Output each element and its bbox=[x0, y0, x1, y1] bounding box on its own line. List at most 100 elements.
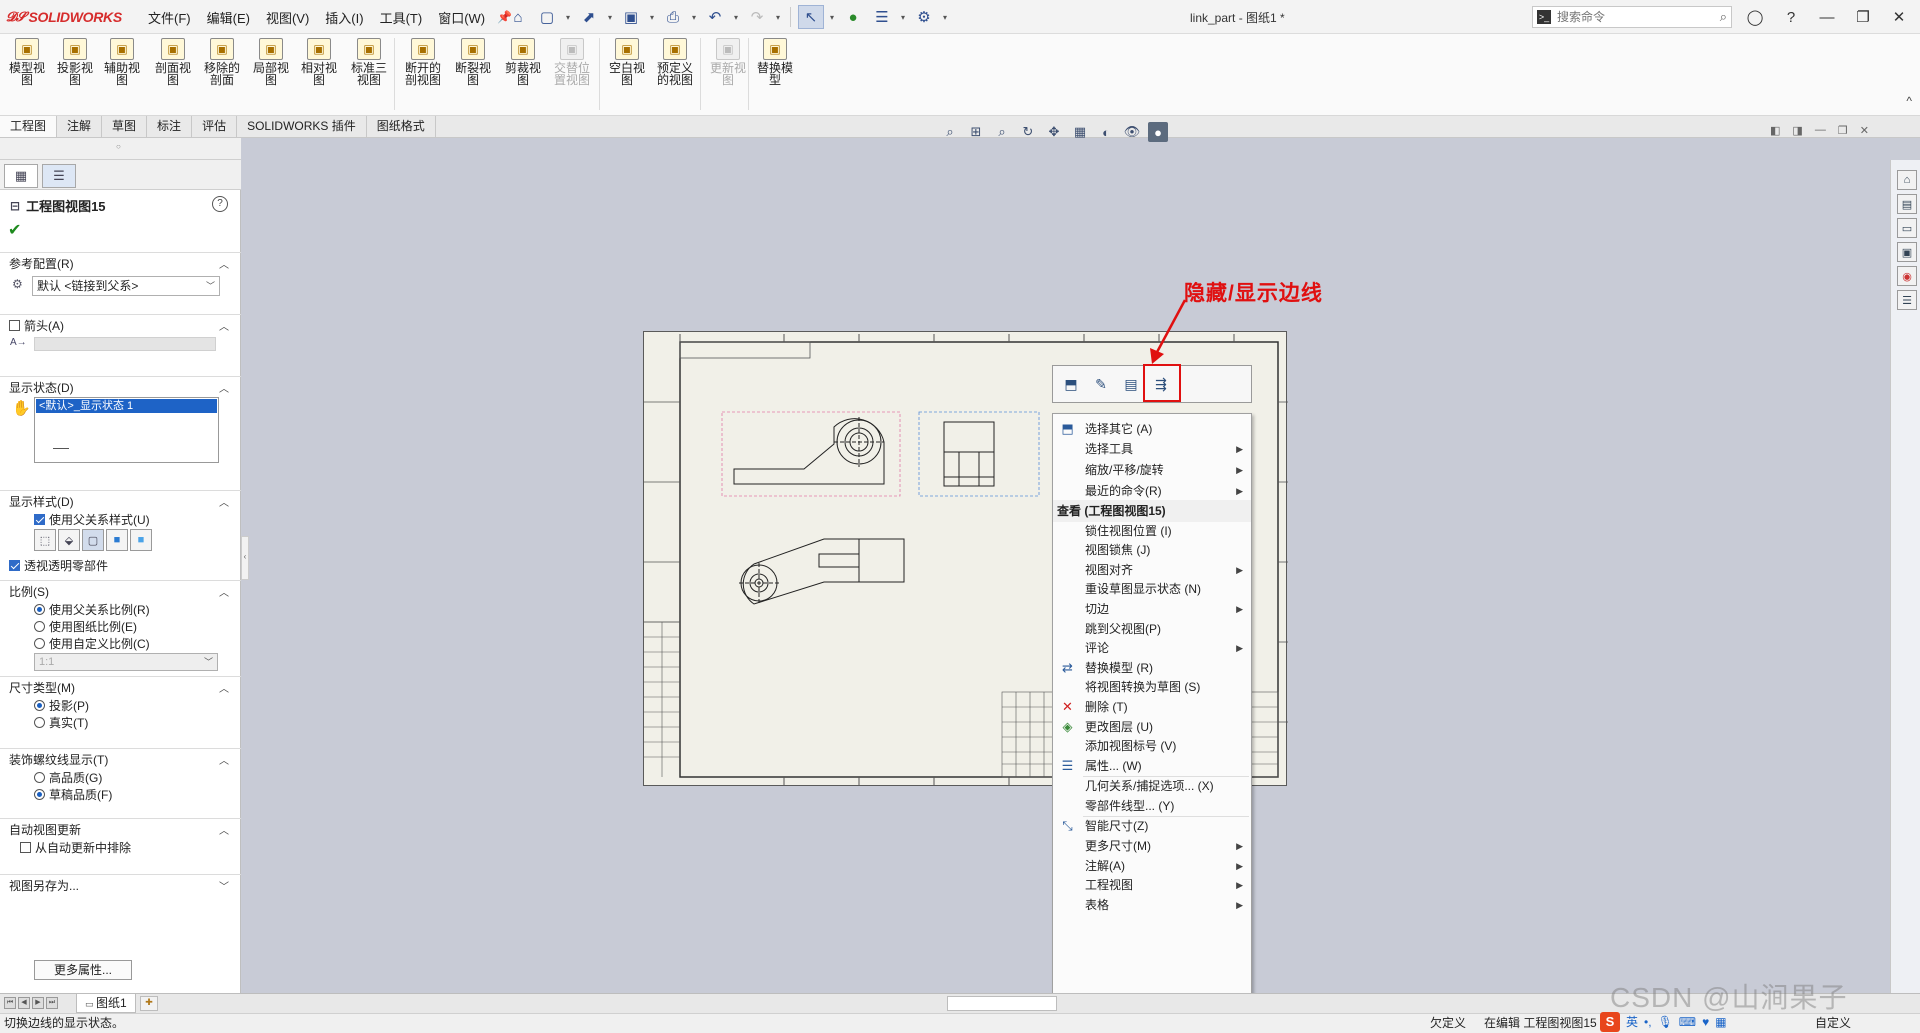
menu-item[interactable]: 最近的命令(R) ▶ bbox=[1053, 480, 1251, 502]
menu-window[interactable]: 窗口(W) bbox=[430, 8, 493, 27]
home-icon[interactable]: ⌂ bbox=[505, 5, 531, 29]
horizontal-scrollbar[interactable] bbox=[947, 996, 1057, 1011]
view-palette-icon[interactable]: ▣ bbox=[1897, 242, 1917, 262]
radio-button[interactable] bbox=[34, 700, 45, 711]
add-sheet-icon[interactable]: ✚ bbox=[140, 996, 158, 1011]
shaded-with-edges-icon[interactable]: ■ bbox=[106, 529, 128, 551]
ribbon-button-removed-section[interactable]: ▣ 移除的 剖面 bbox=[199, 38, 245, 86]
print-dropdown-icon[interactable]: ▾ bbox=[689, 13, 699, 22]
open-dropdown-icon[interactable]: ▾ bbox=[605, 13, 615, 22]
collapse-chevron-icon[interactable]: ︿ bbox=[219, 584, 229, 599]
restore-icon[interactable]: ❐ bbox=[1848, 4, 1878, 30]
section-header[interactable]: 显示状态(D) bbox=[9, 379, 74, 396]
ribbon-button-replace-model[interactable]: ▣ 替换模 型 bbox=[752, 38, 798, 86]
ribbon-button-empty-view[interactable]: ▣ 空白视 图 bbox=[604, 38, 650, 86]
custom-scale-dropdown[interactable]: 1:1 ﹀ bbox=[34, 653, 218, 671]
minimize-icon[interactable]: — bbox=[1812, 4, 1842, 30]
menu-view[interactable]: 视图(V) bbox=[258, 8, 317, 27]
save-icon[interactable]: ▣ bbox=[618, 5, 644, 29]
menu-edit[interactable]: 编辑(E) bbox=[199, 8, 258, 27]
ribbon-button-break-view[interactable]: ▣ 断裂视 图 bbox=[450, 38, 496, 86]
expand-chevron-icon[interactable]: ﹀ bbox=[219, 878, 229, 893]
arrow-checkbox[interactable] bbox=[9, 320, 20, 331]
section-header[interactable]: 参考配置(R) bbox=[9, 255, 74, 272]
menu-item[interactable]: 将视图转换为草图 (S) bbox=[1053, 676, 1251, 698]
menu-item[interactable]: 表格 ▶ bbox=[1053, 894, 1251, 916]
display-state-item[interactable]: <默认>_显示状态 1 bbox=[36, 399, 217, 413]
collapse-chevron-icon[interactable]: ︿ bbox=[219, 822, 229, 837]
section-header[interactable]: 尺寸类型(M) bbox=[9, 679, 75, 696]
apply-scene-icon[interactable]: ▦ bbox=[1070, 122, 1090, 142]
viewport-restore-icon[interactable]: ❐ bbox=[1838, 124, 1848, 137]
tab-sheet-format[interactable]: 图纸格式 bbox=[367, 116, 436, 137]
ribbon-button-auxiliary-view[interactable]: ▣ 辅助视 图 bbox=[99, 38, 145, 86]
redo-dropdown-icon[interactable]: ▾ bbox=[773, 13, 783, 22]
radio-button[interactable] bbox=[34, 638, 45, 649]
collapse-chevron-icon[interactable]: ︿ bbox=[219, 256, 229, 271]
search-icon[interactable]: ⌕ bbox=[1720, 9, 1727, 25]
menu-item[interactable]: ⬒ 选择其它 (A) bbox=[1053, 418, 1251, 440]
panel-grip-icon[interactable]: ○ bbox=[116, 142, 121, 151]
scale-sheet-option[interactable]: 使用图纸比例(E) bbox=[34, 618, 137, 635]
menu-item[interactable]: 添加视图标号 (V) bbox=[1053, 735, 1251, 757]
tile-right-icon[interactable]: ◨ bbox=[1792, 124, 1802, 137]
ribbon-button-predefined-view[interactable]: ▣ 预定义 的视图 bbox=[652, 38, 698, 86]
solidworks-resources-icon[interactable]: ⌂ bbox=[1897, 170, 1917, 190]
apply-scene-sphere-icon[interactable]: ● bbox=[1148, 122, 1168, 142]
tab-evaluate[interactable]: 评估 bbox=[192, 116, 238, 137]
menu-item[interactable]: 选择工具 ▶ bbox=[1053, 438, 1251, 460]
section-header[interactable]: 自动视图更新 bbox=[9, 821, 81, 838]
ribbon-button-model-view[interactable]: ▣ 模型视 图 bbox=[4, 38, 50, 86]
open-icon[interactable]: ⬈ bbox=[576, 5, 602, 29]
transparent-option[interactable]: 透视透明零部件 bbox=[9, 557, 108, 574]
section-header[interactable]: 装饰螺纹线显示(T) bbox=[9, 751, 108, 768]
radio-button[interactable] bbox=[34, 772, 45, 783]
section-header[interactable]: 箭头(A) bbox=[9, 317, 64, 334]
menu-tools[interactable]: 工具(T) bbox=[372, 8, 431, 27]
close-icon[interactable]: ✕ bbox=[1884, 4, 1914, 30]
rebuild-icon[interactable]: ● bbox=[840, 5, 866, 29]
tile-left-icon[interactable]: ◧ bbox=[1770, 124, 1780, 137]
tab-drawing[interactable]: 工程图 bbox=[0, 116, 58, 137]
property-manager-tab[interactable]: ☰ bbox=[42, 164, 76, 188]
select-arrow-icon[interactable]: ↖ bbox=[798, 5, 824, 29]
scale-custom-option[interactable]: 使用自定义比例(C) bbox=[34, 635, 150, 652]
dim-projected-option[interactable]: 投影(P) bbox=[34, 697, 89, 714]
tab-addins[interactable]: SOLIDWORKS 插件 bbox=[237, 116, 367, 137]
appearances-icon[interactable]: ◉ bbox=[1897, 266, 1917, 286]
ribbon-button-standard-3-view[interactable]: ▣ 标准三 视图 bbox=[346, 38, 392, 86]
section-header[interactable]: 显示样式(D) bbox=[9, 493, 74, 510]
collapse-chevron-icon[interactable]: ︿ bbox=[219, 494, 229, 509]
last-sheet-icon[interactable]: ⏭ bbox=[46, 997, 58, 1009]
hide-show-items-icon[interactable]: ◐ bbox=[1096, 122, 1116, 142]
menu-item[interactable]: 评论 ▶ bbox=[1053, 637, 1251, 659]
prev-sheet-icon[interactable]: ◀ bbox=[18, 997, 30, 1009]
collapse-ribbon-icon[interactable]: ^ bbox=[1906, 94, 1912, 108]
thread-draft-option[interactable]: 草稿品质(F) bbox=[34, 786, 112, 803]
arrow-label-field[interactable] bbox=[34, 337, 216, 351]
wireframe-icon[interactable]: ⬚ bbox=[34, 529, 56, 551]
tab-markup[interactable]: 标注 bbox=[147, 116, 193, 137]
menu-item[interactable]: 视图锁焦 (J) bbox=[1053, 539, 1251, 561]
ribbon-button-relative-view[interactable]: ▣ 相对视 图 bbox=[296, 38, 342, 86]
status-custom[interactable]: 自定义 bbox=[1815, 1014, 1851, 1033]
ribbon-button-broken-out-section[interactable]: ▣ 断开的 剖视图 bbox=[400, 38, 446, 86]
shaded-icon[interactable]: ■ bbox=[130, 529, 152, 551]
viewport-minimize-icon[interactable]: — bbox=[1815, 124, 1826, 137]
options-dropdown-icon[interactable]: ▾ bbox=[940, 13, 950, 22]
save-dropdown-icon[interactable]: ▾ bbox=[647, 13, 657, 22]
dim-true-option[interactable]: 真实(T) bbox=[34, 714, 88, 731]
first-sheet-icon[interactable]: ⏮ bbox=[4, 997, 16, 1009]
custom-properties-icon[interactable]: ☰ bbox=[1897, 290, 1917, 310]
menu-item[interactable]: 切边 ▶ bbox=[1053, 598, 1251, 620]
viewport-close-icon[interactable]: ✕ bbox=[1860, 124, 1869, 137]
sheet-tab[interactable]: ▭ 图纸1 bbox=[76, 994, 136, 1013]
next-sheet-icon[interactable]: ▶ bbox=[32, 997, 44, 1009]
previous-view-icon[interactable]: ⌕ bbox=[992, 122, 1012, 142]
zoom-to-fit-icon[interactable]: ⌕ bbox=[940, 122, 960, 142]
transparent-checkbox[interactable] bbox=[9, 560, 20, 571]
tab-annotation[interactable]: 注解 bbox=[57, 116, 103, 137]
search-input[interactable] bbox=[1557, 10, 1720, 24]
ribbon-button-crop-view[interactable]: ▣ 剪裁视 图 bbox=[500, 38, 546, 86]
rotate-view-icon[interactable]: ↻ bbox=[1018, 122, 1038, 142]
